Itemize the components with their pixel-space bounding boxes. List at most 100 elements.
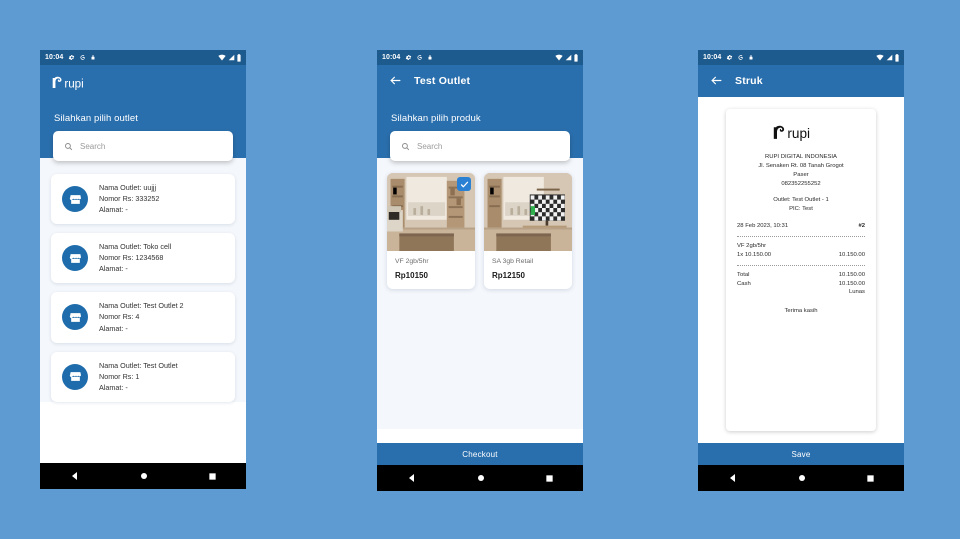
outlet-card[interactable]: Nama Outlet: Test Outlet Nomor Rs: 1 Alama… — [51, 351, 235, 402]
status-bar-left-icons — [405, 54, 433, 61]
recents-square-icon[interactable] — [866, 474, 875, 483]
receipt-total-row: Total 10.150.00 — [737, 271, 865, 280]
outlet-number: Nomor Rs: 1 — [99, 371, 140, 381]
outlet-address: Alamat: - — [99, 264, 128, 274]
status-bar-right-icons — [555, 53, 578, 62]
rupi-logo-icon: rupi — [773, 125, 810, 141]
app-bar: Test Outlet Silahkan pilih produk Search — [377, 65, 583, 161]
receipt-total-value: 10.150.00 — [838, 271, 865, 278]
receipt-logo: rupi — [737, 123, 865, 147]
recents-square-icon[interactable] — [208, 472, 217, 481]
status-bar-time: 10:04 — [45, 54, 64, 61]
app-bar-nav: Test Outlet — [377, 65, 583, 97]
wifi-icon — [218, 54, 226, 61]
outlet-info: Nama Outlet: uujjj Nomor Rs: 333252 Alamat… — [99, 183, 159, 215]
checkout-button[interactable]: Checkout — [377, 443, 583, 465]
android-nav-bar — [40, 463, 246, 489]
receipt-pic: PIC: Test — [789, 206, 813, 213]
outlet-name: Nama Outlet: Test Outlet 2 — [99, 301, 184, 311]
svg-text:rupi: rupi — [64, 77, 83, 90]
product-name: VF 2gb/5hr — [395, 258, 429, 265]
status-bar-right-icons — [218, 53, 241, 62]
status-bar-right-icons — [876, 53, 899, 62]
battery-icon — [895, 53, 899, 62]
lock-icon — [749, 55, 753, 60]
receipt-company: RUPI DIGITAL INDONESIA — [764, 154, 837, 160]
back-triangle-icon[interactable] — [728, 473, 738, 483]
phone-screen-outlet-list: 10:04 rupi Silahkan pilih outlet Search … — [40, 50, 246, 489]
product-name: SA 3gb Retail — [492, 258, 534, 265]
receipt-ref: #2 — [858, 223, 865, 230]
search-container: Search — [377, 131, 583, 161]
android-nav-bar — [698, 465, 904, 491]
app-logo: rupi — [40, 65, 246, 95]
home-circle-icon[interactable] — [139, 471, 149, 481]
product-card[interactable]: VF 2gb/5hr Rp10150 — [387, 173, 475, 289]
gear-icon — [69, 54, 75, 61]
receipt-item-total: 10.150.00 — [838, 251, 865, 258]
phone-screen-product-list: 10:04 Test Outlet Silahkan pilih produk — [377, 50, 583, 491]
product-list-body: VF 2gb/5hr Rp10150 SA 3gb Retail Rp12150 — [377, 158, 583, 429]
outlet-address: Alamat: - — [99, 382, 128, 392]
wifi-icon — [555, 54, 563, 61]
home-circle-icon[interactable] — [797, 473, 807, 483]
wifi-icon — [876, 54, 884, 61]
receipt-divider-top — [737, 236, 865, 238]
receipt-address-line2: Paser — [793, 171, 809, 178]
back-triangle-icon[interactable] — [407, 473, 417, 483]
android-nav-bar — [377, 465, 583, 491]
google-g-icon — [417, 55, 423, 60]
status-bar-time: 10:04 — [382, 54, 401, 61]
search-icon — [402, 142, 410, 150]
receipt-status: Lunas — [848, 289, 865, 296]
outlet-name: Nama Outlet: Test Outlet — [99, 360, 178, 370]
store-icon — [62, 304, 88, 331]
receipt-scroll-area: rupi RUPI DIGITAL INDONESIA Jl. Senaken … — [698, 97, 904, 431]
receipt-cash-value: 10.150.00 — [838, 280, 865, 287]
outlet-list: Nama Outlet: uujjj Nomor Rs: 333252 Alamat… — [40, 158, 246, 402]
outlet-address: Alamat: - — [99, 205, 128, 215]
back-triangle-icon[interactable] — [70, 471, 80, 481]
battery-icon — [237, 53, 241, 62]
outlet-card[interactable]: Nama Outlet: Test Outlet 2 Nomor Rs: 4 Ala… — [51, 292, 235, 343]
signal-icon — [886, 54, 893, 61]
signal-icon — [228, 54, 235, 61]
status-bar-time: 10:04 — [703, 54, 722, 61]
home-circle-icon[interactable] — [476, 473, 486, 483]
save-button[interactable]: Save — [698, 443, 904, 465]
receipt-divider-bottom — [737, 264, 865, 266]
app-bar: rupi Silahkan pilih outlet Search — [40, 65, 246, 161]
receipt-datetime: 28 Feb 2023, 10:31 — [737, 223, 789, 230]
search-input[interactable]: Search — [390, 131, 570, 161]
receipt-cash-row: Cash 10.150.00 Lunas — [737, 280, 865, 298]
product-card[interactable]: SA 3gb Retail Rp12150 — [484, 173, 572, 289]
receipt-total-label: Total — [737, 271, 750, 278]
receipt-cash-label: Cash — [737, 280, 751, 287]
receipt-phone: 082352255252 — [781, 180, 821, 187]
page-title: Struk — [735, 74, 763, 87]
outlet-number: Nomor Rs: 4 — [99, 312, 140, 322]
outlet-card[interactable]: Nama Outlet: uujjj Nomor Rs: 333252 Alamat… — [51, 174, 235, 225]
search-placeholder: Search — [80, 141, 106, 151]
signal-icon — [565, 54, 572, 61]
lock-icon — [91, 55, 95, 60]
status-bar-left-icons — [68, 54, 96, 61]
back-arrow-icon[interactable] — [710, 74, 723, 87]
phone-screen-receipt: 10:04 Struk rupi RUPI DIGITAL INDONESIA … — [698, 50, 904, 491]
outlet-address: Alamat: - — [99, 323, 128, 333]
receipt-item-qty-price: 1x 10.150.00 — [737, 251, 772, 258]
selected-check-icon[interactable] — [457, 177, 471, 191]
outlet-card[interactable]: Nama Outlet: Toko cell Nomor Rs: 1234568 A… — [51, 233, 235, 284]
receipt-outlet: Outlet: Test Outlet - 1 — [773, 197, 829, 204]
search-input[interactable]: Search — [53, 131, 233, 161]
rupi-logo-icon: rupi — [52, 76, 84, 90]
receipt-datetime-row: 28 Feb 2023, 10:31 #2 — [737, 222, 865, 231]
store-icon — [62, 245, 88, 272]
store-icon — [62, 186, 88, 213]
back-arrow-icon[interactable] — [389, 74, 402, 87]
status-bar-left-icons — [726, 54, 754, 61]
receipt-card: rupi RUPI DIGITAL INDONESIA Jl. Senaken … — [726, 109, 876, 431]
status-bar: 10:04 — [377, 50, 583, 65]
outlet-info: Nama Outlet: Test Outlet Nomor Rs: 1 Alama… — [99, 360, 178, 392]
recents-square-icon[interactable] — [545, 474, 554, 483]
